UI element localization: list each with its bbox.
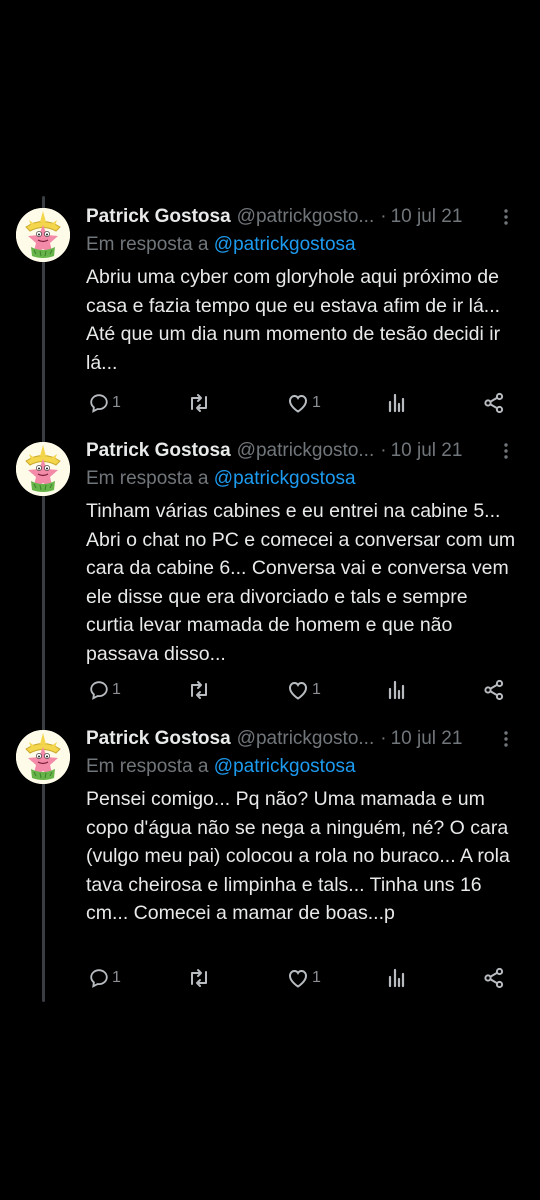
- reply-prefix: Em resposta a: [86, 234, 209, 255]
- tweet-actions: 1 1: [88, 676, 508, 704]
- heart-icon: [288, 681, 308, 700]
- more-options-icon[interactable]: [496, 725, 516, 753]
- display-name[interactable]: Patrick Gostosa: [86, 725, 231, 753]
- reply-prefix: Em resposta a: [86, 468, 209, 489]
- like-button[interactable]: 1: [286, 389, 321, 417]
- like-count: 1: [312, 394, 321, 411]
- views-button[interactable]: [386, 676, 408, 704]
- analytics-icon: [388, 680, 405, 700]
- heart-icon: [288, 969, 308, 988]
- tweet-text: Abriu uma cyber com gloryhole aqui próxi…: [86, 266, 501, 374]
- like-count: 1: [312, 969, 321, 986]
- separator-dot: ·: [380, 728, 387, 749]
- user-handle[interactable]: @patrickgosto...: [237, 437, 375, 465]
- separator-dot: ·: [380, 440, 387, 461]
- reply-context: Em resposta a @patrickgostosa: [86, 465, 520, 493]
- reply-mention-link[interactable]: @patrickgostosa: [214, 468, 356, 489]
- share-button[interactable]: [483, 389, 505, 417]
- reply-icon: [90, 969, 108, 988]
- share-icon: [484, 392, 504, 414]
- retweet-icon: [191, 394, 207, 412]
- reply-count: 1: [112, 681, 121, 698]
- tweet-date[interactable]: 10 jul 21: [391, 725, 463, 753]
- reply-mention-link[interactable]: @patrickgostosa: [214, 234, 356, 255]
- analytics-icon: [388, 393, 405, 413]
- like-count: 1: [312, 681, 321, 698]
- like-button[interactable]: 1: [286, 676, 321, 704]
- heart-icon: [288, 394, 308, 413]
- separator-dot: ·: [380, 206, 387, 227]
- reply-button[interactable]: 1: [88, 676, 121, 704]
- reply-prefix: Em resposta a: [86, 756, 209, 777]
- user-handle[interactable]: @patrickgosto...: [237, 203, 375, 231]
- share-button[interactable]: [483, 676, 505, 704]
- tweet-content: Patrick Gostosa @patrickgosto... · 10 ju…: [86, 725, 520, 928]
- share-button[interactable]: [483, 964, 505, 992]
- reply-icon: [90, 681, 108, 700]
- tweet-header: Patrick Gostosa @patrickgosto... · 10 ju…: [86, 725, 520, 753]
- tweet-header: Patrick Gostosa @patrickgosto... · 10 ju…: [86, 437, 520, 465]
- tweet-content: Patrick Gostosa @patrickgosto... · 10 ju…: [86, 203, 520, 377]
- reply-button[interactable]: 1: [88, 964, 121, 992]
- retweet-button[interactable]: [187, 389, 213, 417]
- display-name[interactable]: Patrick Gostosa: [86, 203, 231, 231]
- tweet-header: Patrick Gostosa @patrickgosto... · 10 ju…: [86, 203, 520, 231]
- tweet-date[interactable]: 10 jul 21: [391, 437, 463, 465]
- tweet-content: Patrick Gostosa @patrickgosto... · 10 ju…: [86, 437, 520, 668]
- retweet-icon: [191, 969, 207, 987]
- analytics-icon: [388, 968, 405, 988]
- reply-icon: [90, 394, 108, 413]
- patrick-star-avatar-image: [16, 442, 70, 496]
- retweet-button[interactable]: [187, 676, 213, 704]
- share-icon: [484, 679, 504, 701]
- reply-mention-link[interactable]: @patrickgostosa: [214, 756, 356, 777]
- reply-context: Em resposta a @patrickgostosa: [86, 231, 520, 259]
- views-button[interactable]: [386, 964, 408, 992]
- retweet-button[interactable]: [187, 964, 213, 992]
- views-button[interactable]: [386, 389, 408, 417]
- patrick-star-avatar-image: [16, 208, 70, 262]
- display-name[interactable]: Patrick Gostosa: [86, 437, 231, 465]
- tweet-text: Tinham várias cabines e eu entrei na cab…: [86, 500, 516, 665]
- more-options-icon[interactable]: [496, 437, 516, 465]
- tweet-actions: 1 1: [88, 964, 508, 992]
- reply-count: 1: [112, 394, 121, 411]
- like-button[interactable]: 1: [286, 964, 321, 992]
- reply-button[interactable]: 1: [88, 389, 121, 417]
- reply-context: Em resposta a @patrickgostosa: [86, 753, 520, 781]
- tweet-text: Pensei comigo... Pq não? Uma mamada e um…: [86, 788, 510, 924]
- retweet-icon: [191, 681, 207, 699]
- tweet-date[interactable]: 10 jul 21: [391, 203, 463, 231]
- share-icon: [484, 967, 504, 989]
- user-handle[interactable]: @patrickgosto...: [237, 725, 375, 753]
- tweet-actions: 1 1: [88, 389, 508, 417]
- thread-connector-line: [42, 196, 45, 1002]
- reply-count: 1: [112, 969, 121, 986]
- avatar[interactable]: [16, 730, 70, 784]
- avatar[interactable]: [16, 208, 70, 262]
- avatar[interactable]: [16, 442, 70, 496]
- patrick-star-avatar-image: [16, 730, 70, 784]
- more-options-icon[interactable]: [496, 203, 516, 231]
